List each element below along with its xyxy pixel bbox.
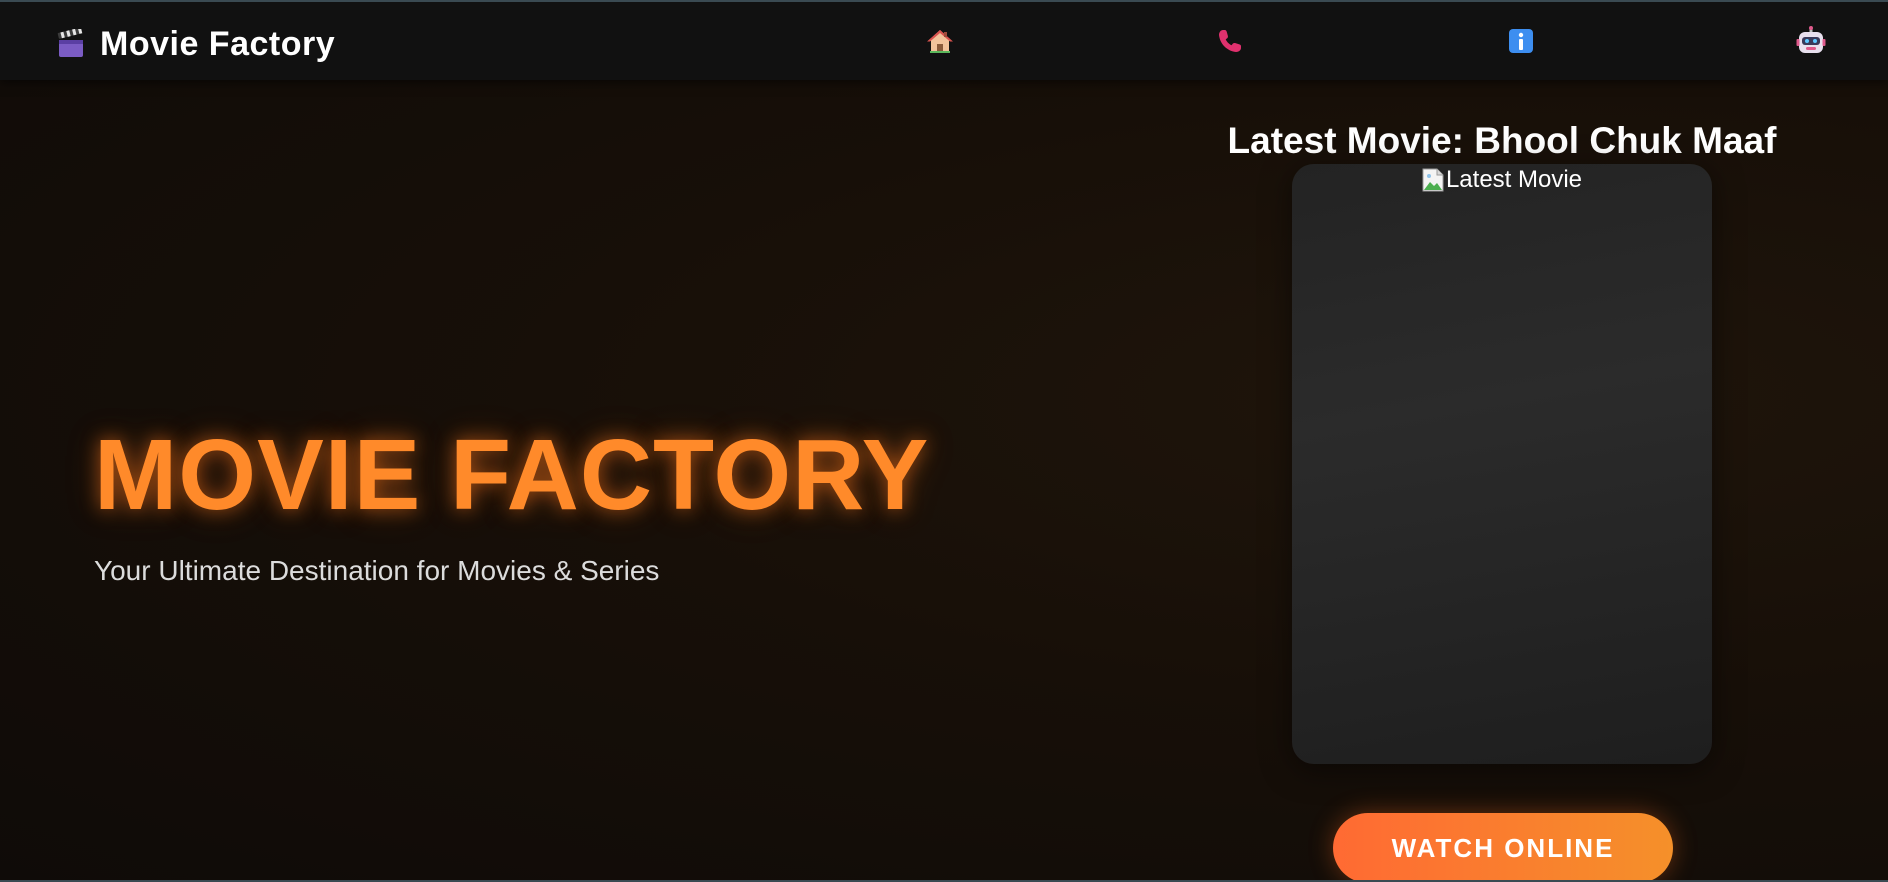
hero-title: MOVIE FACTORY <box>94 419 930 531</box>
home-icon <box>926 27 954 60</box>
watch-online-button[interactable]: WATCH ONLINE <box>1333 813 1673 880</box>
robot-icon <box>1796 25 1826 61</box>
nav-bot[interactable] <box>1796 25 1826 61</box>
latest-movie-heading: Latest Movie: Bhool Chuk Maaf <box>1227 120 1777 161</box>
nav-contact[interactable] <box>1215 28 1245 58</box>
info-icon <box>1507 27 1535 60</box>
nav-home[interactable] <box>925 28 955 58</box>
broken-image-icon <box>1422 168 1444 192</box>
clapperboard-icon <box>56 27 86 59</box>
poster-alt-text: Latest Movie <box>1445 166 1583 193</box>
navbar: Movie Factory <box>0 2 1888 80</box>
brand[interactable]: Movie Factory <box>56 24 335 64</box>
brand-name: Movie Factory <box>100 24 336 63</box>
latest-movie-poster[interactable]: Latest Movie <box>1292 164 1712 764</box>
phone-icon <box>1216 27 1244 60</box>
poster-alt: Latest Movie <box>1292 166 1712 194</box>
nav-about[interactable] <box>1506 28 1536 58</box>
hero-subtitle: Your Ultimate Destination for Movies & S… <box>94 555 660 586</box>
page: Movie Factory MOVIE FACTORY Your Ultimat… <box>0 0 1888 882</box>
